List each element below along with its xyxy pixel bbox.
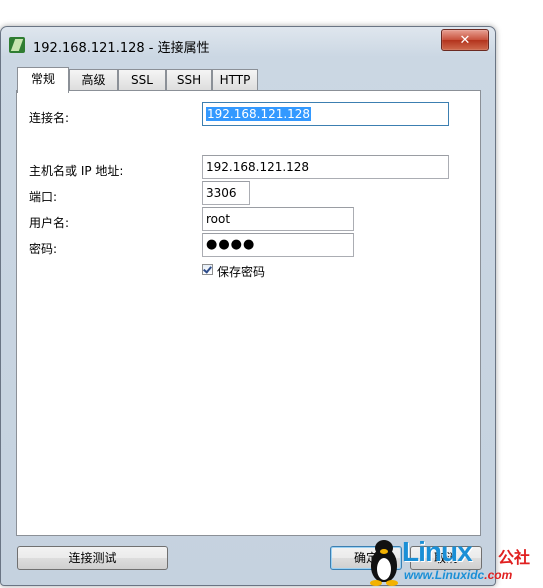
connection-properties-dialog: 192.168.121.128 - 连接属性 ✕ 常规 高级 SSL SSH H…	[0, 26, 496, 586]
tab-http[interactable]: HTTP	[212, 69, 258, 91]
host-input[interactable]: 192.168.121.128	[202, 155, 449, 179]
port-label: 端口:	[29, 190, 58, 204]
username-label: 用户名:	[29, 216, 70, 230]
watermark-brand: Linux	[402, 536, 473, 567]
test-connection-button[interactable]: 连接测试	[17, 546, 168, 570]
linuxidc-watermark: Linux 公社 www.Linuxidc.com	[362, 536, 543, 588]
tab-ssl[interactable]: SSL	[118, 69, 166, 91]
close-button[interactable]: ✕	[441, 29, 489, 51]
host-label: 主机名或 IP 地址:	[29, 164, 124, 178]
username-input[interactable]: root	[202, 207, 354, 231]
tab-ssh[interactable]: SSH	[166, 69, 212, 91]
watermark-url-domain: .com	[484, 568, 513, 582]
save-password-checkbox[interactable]	[202, 264, 213, 275]
navicat-app-icon	[9, 37, 25, 53]
watermark-url-prefix: www.Linuxidc	[404, 568, 485, 582]
connection-name-label: 连接名:	[29, 111, 70, 125]
general-tab-panel: 连接名: 192.168.121.128 主机名或 IP 地址: 192.168…	[16, 90, 481, 536]
tab-general[interactable]: 常规	[17, 67, 69, 93]
password-input[interactable]: ●●●●	[202, 233, 354, 257]
close-icon: ✕	[459, 32, 471, 48]
tux-penguin-icon	[366, 540, 402, 586]
port-input[interactable]: 3306	[202, 181, 250, 205]
connection-name-input[interactable]: 192.168.121.128	[202, 102, 449, 126]
connection-name-value: 192.168.121.128	[206, 107, 312, 121]
watermark-url: www.Linuxidc.com	[404, 568, 512, 582]
tab-advanced[interactable]: 高级	[69, 69, 118, 91]
window-title: 192.168.121.128 - 连接属性	[33, 41, 210, 56]
password-label: 密码:	[29, 242, 58, 256]
watermark-suffix: 公社	[498, 548, 531, 567]
save-password-label[interactable]: 保存密码	[217, 263, 265, 280]
title-bar[interactable]: 192.168.121.128 - 连接属性 ✕	[1, 27, 495, 59]
